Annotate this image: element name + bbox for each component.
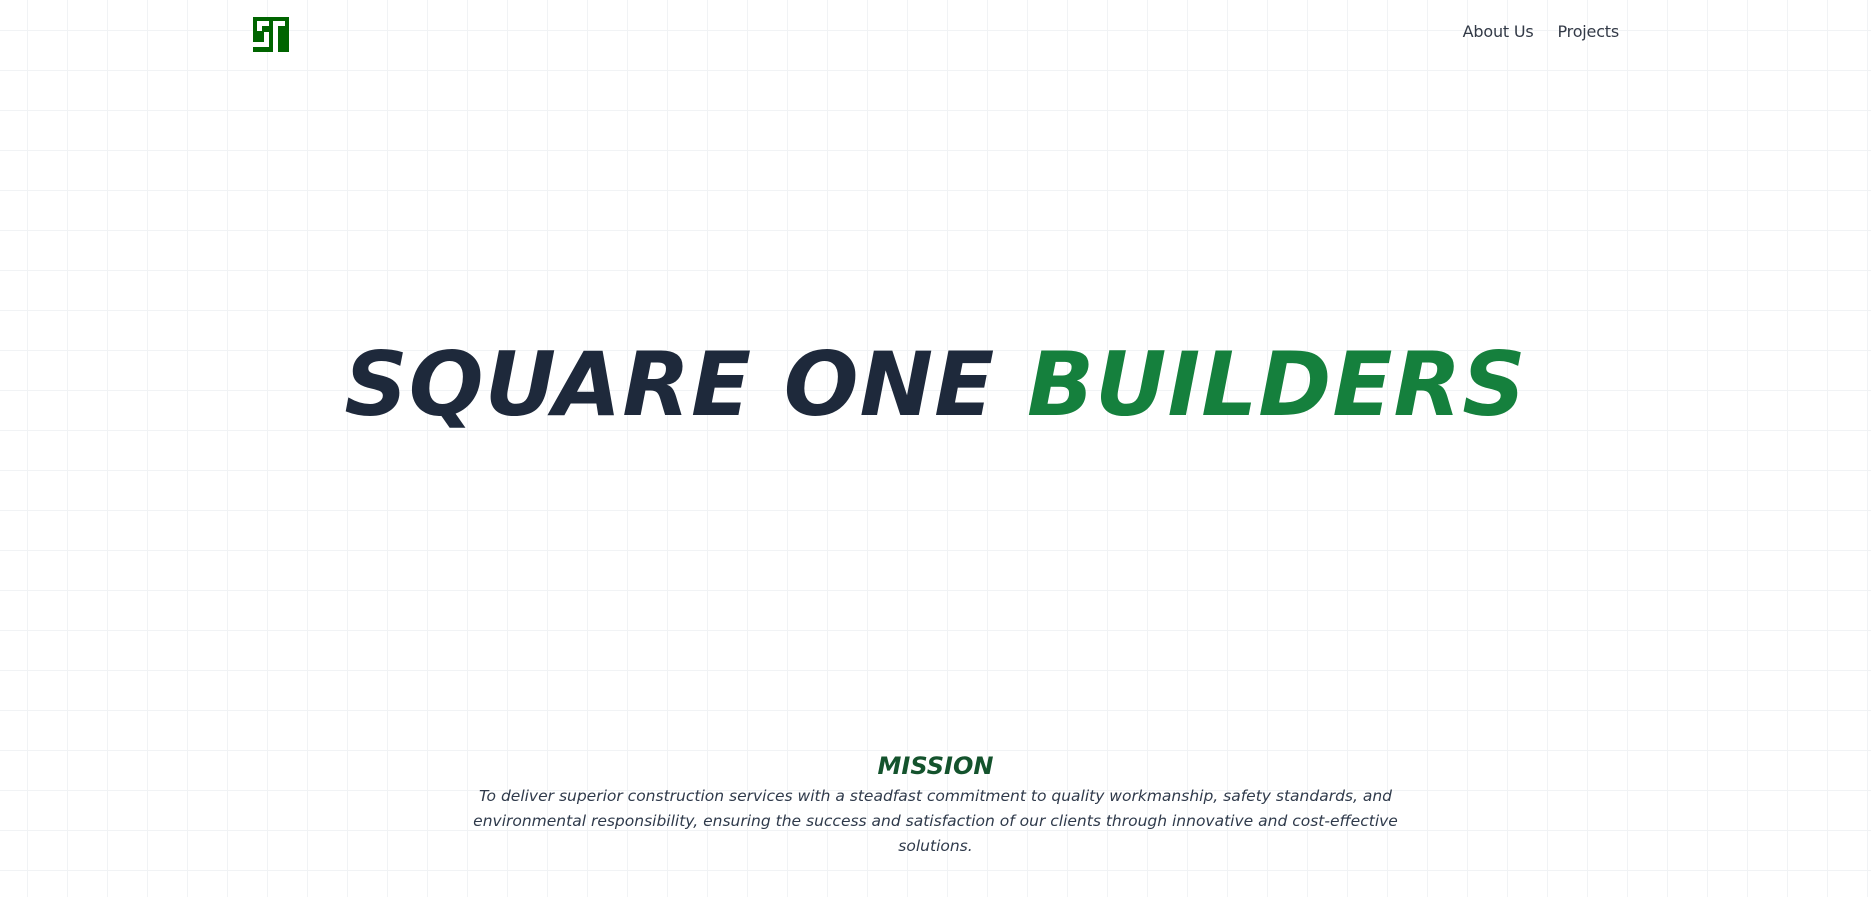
main-nav: About Us Projects <box>1463 22 1620 41</box>
hero-title: SQUARE ONE BUILDERS <box>0 330 1871 440</box>
nav-about-us-link[interactable]: About Us <box>1463 22 1534 41</box>
mission-text: To deliver superior construction service… <box>473 787 1398 855</box>
hero-title-builders: BUILDERS <box>1026 333 1527 436</box>
logo-icon[interactable] <box>253 17 289 52</box>
hero-title-square-one: SQUARE ONE <box>344 333 996 436</box>
mission-heading: MISSION <box>877 752 994 780</box>
mission-section: MISSION To deliver superior construction… <box>0 750 1871 859</box>
nav-projects-link[interactable]: Projects <box>1558 22 1620 41</box>
site-header: About Us Projects <box>0 0 1871 70</box>
